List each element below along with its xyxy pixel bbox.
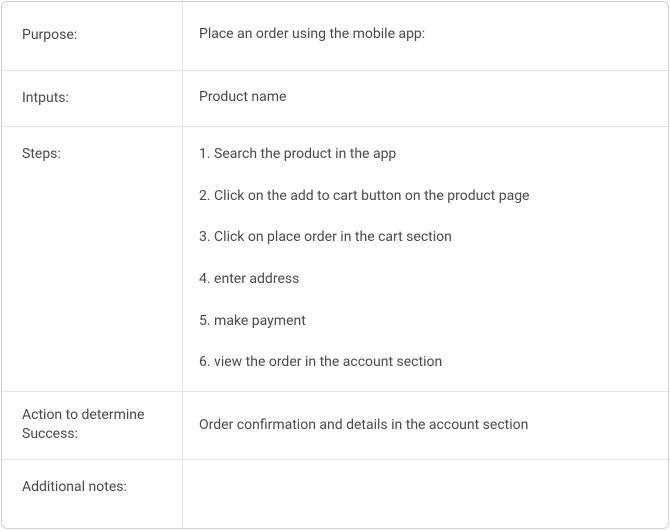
value-notes [183,460,668,528]
spec-table: Purpose: Place an order using the mobile… [1,1,669,529]
step-item: Click on the add to cart button on the p… [199,187,652,207]
value-steps: Search the product in the app Click on t… [183,127,668,391]
value-purpose: Place an order using the mobile app: [183,2,668,70]
label-success: Action to determine Success: [2,392,183,459]
label-purpose: Purpose: [2,2,183,70]
value-success: Order confirmation and details in the ac… [183,392,668,459]
value-inputs: Product name [183,71,668,127]
step-item: Search the product in the app [199,145,652,165]
row-success: Action to determine Success: Order confi… [2,392,668,460]
row-notes: Additional notes: [2,460,668,528]
label-notes: Additional notes: [2,460,183,528]
label-inputs: Intputs: [2,71,183,127]
steps-list: Search the product in the app Click on t… [199,145,652,373]
row-purpose: Purpose: Place an order using the mobile… [2,2,668,71]
step-item: Click on place order in the cart section [199,228,652,248]
label-steps: Steps: [2,127,183,391]
row-steps: Steps: Search the product in the app Cli… [2,127,668,392]
step-item: view the order in the account section [199,353,652,373]
step-item: make payment [199,312,652,332]
row-inputs: Intputs: Product name [2,71,668,128]
step-item: enter address [199,270,652,290]
